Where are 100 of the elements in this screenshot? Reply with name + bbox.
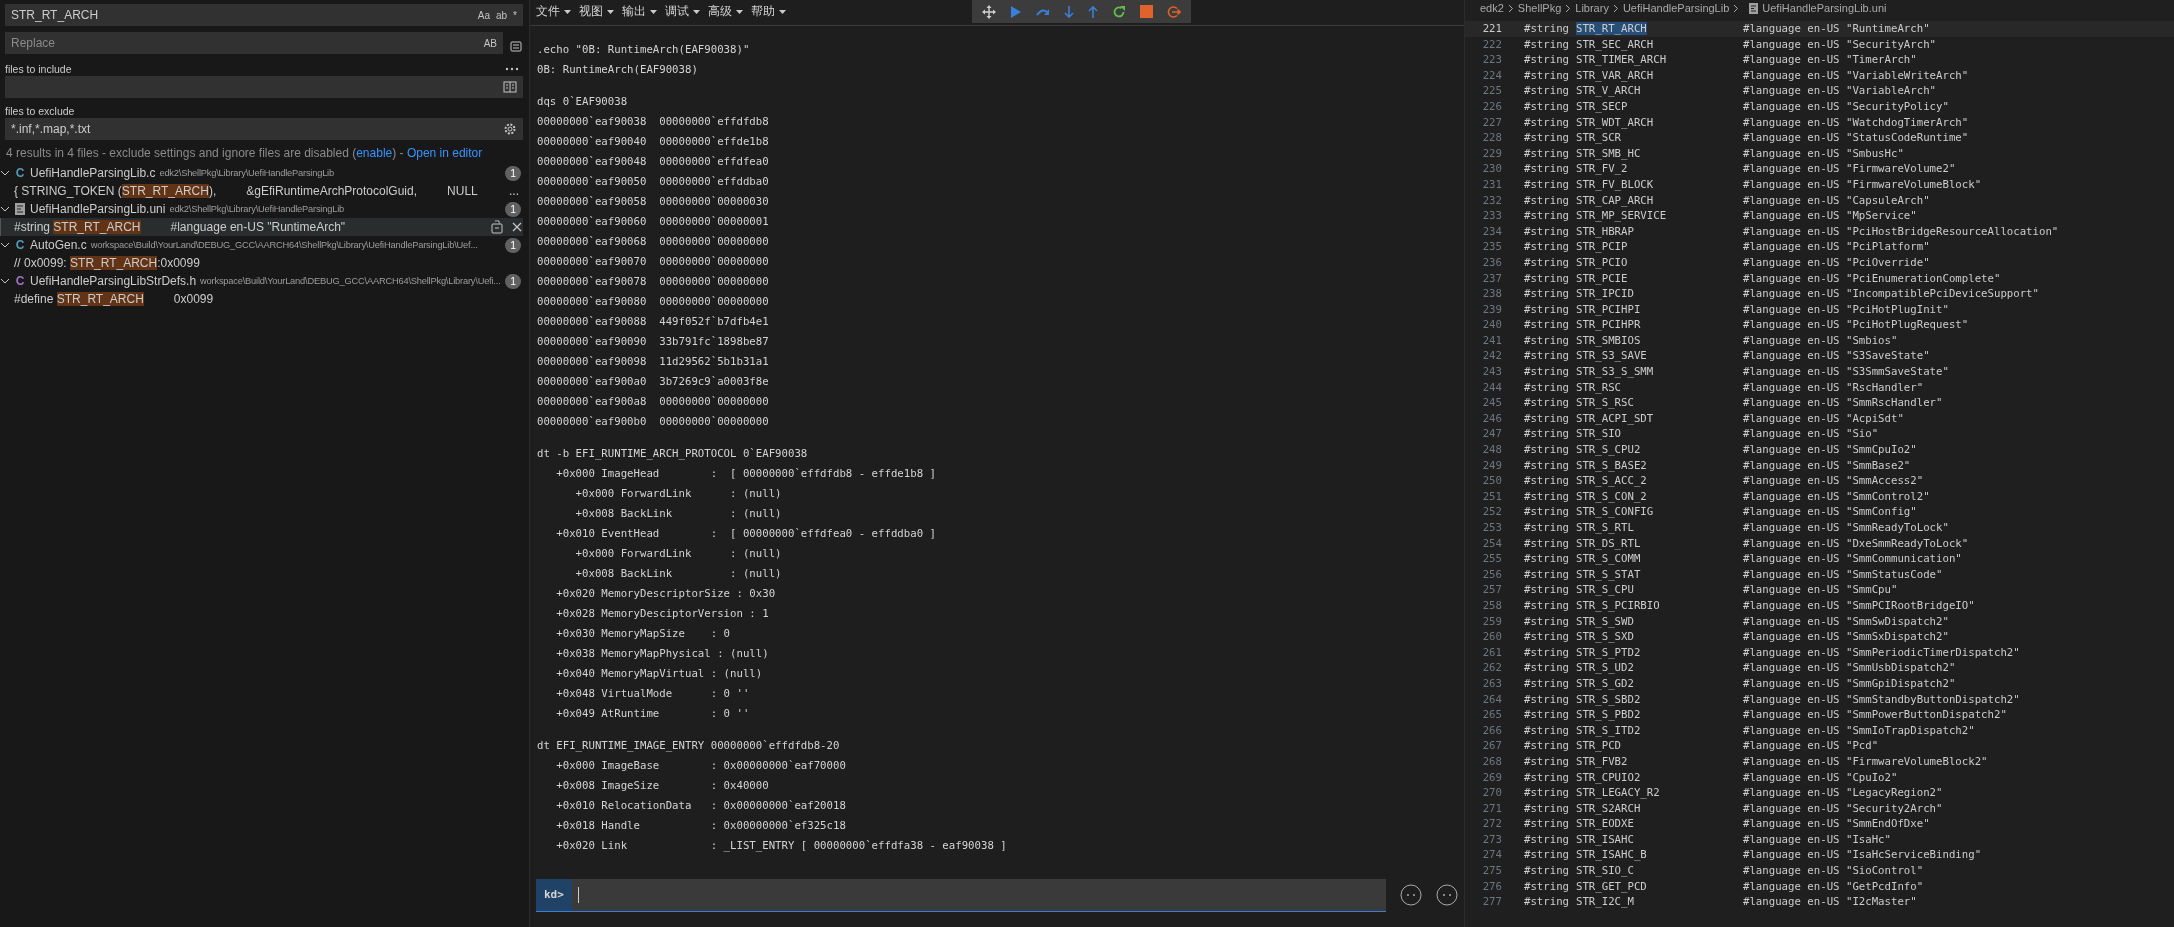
line-number: 269 (1481, 769, 1502, 786)
code-text: #string (1524, 176, 1571, 193)
menu-item[interactable]: 高级 (708, 3, 743, 20)
code-text: #string (1524, 847, 1571, 864)
line-number: 230 (1481, 161, 1502, 177)
file-result[interactable]: C UefiHandleParsingLib.c edk2\ShellPkg\Library\UefiHandleParsingLib 1 (0, 164, 523, 182)
search-option-toggle[interactable]: ab (495, 9, 508, 21)
replace-icon[interactable] (491, 220, 503, 234)
console-line: 00000000`eaf90058 00000000`00000030 (537, 194, 770, 210)
console-line: 00000000`eaf90050 00000000`effddba0 (537, 174, 770, 190)
circle-button-icon[interactable] (1436, 884, 1458, 906)
breadcrumb-item[interactable]: edk2 (1480, 2, 1504, 14)
code-text: STR_S_RTL (1576, 521, 1634, 534)
file-name: UefiHandleParsingLib.c (30, 166, 156, 180)
circle-button-icon[interactable] (1400, 884, 1422, 906)
file-result[interactable]: UefiHandleParsingLib.uni edk2\ShellPkg\Library\UefiHandleParsingLib 1 (0, 200, 523, 218)
caret-icon (607, 9, 614, 14)
breadcrumb-item[interactable]: UefiHandleParsingLib.uni (1762, 2, 1887, 14)
console-line: +0x018 Handle : 0x00000000`ef325c18 (555, 818, 847, 834)
preserve-case-toggle[interactable]: AB (483, 37, 497, 49)
file-result[interactable]: C AutoGen.c workspace\Build\YourLand\DEBUG_GCC\AARCH64\ShellPkg\Library\UefiHandleParsingLib\Uef... 1 (0, 236, 523, 254)
code-text: #string (1524, 878, 1571, 895)
overflow-ellipsis: ... (509, 184, 519, 198)
match-result[interactable]: #define STR_RT_ARCH 0x0099 (0, 290, 523, 308)
line-number: 242 (1481, 348, 1502, 365)
code-text: STR_V_ARCH (1576, 84, 1641, 98)
code-text: STR_I2C_M (1576, 895, 1634, 909)
line-number: 270 (1481, 785, 1502, 801)
more-icon[interactable] (505, 67, 519, 71)
play-icon[interactable] (1010, 4, 1022, 19)
exit-icon[interactable] (1167, 4, 1181, 19)
book-icon[interactable] (503, 81, 517, 93)
line-number: 248 (1481, 442, 1502, 458)
menu-item[interactable]: 视图 (579, 3, 614, 20)
code-text: #string (1524, 644, 1571, 661)
line-number: 243 (1481, 364, 1502, 380)
line-number: 238 (1481, 286, 1502, 302)
arrow-down-icon[interactable] (1064, 4, 1074, 19)
step-over-icon[interactable] (1036, 6, 1050, 17)
refresh-icon[interactable] (1112, 4, 1126, 19)
code-text: #language en-US "Pcd" (1743, 738, 1879, 754)
replace-field[interactable]: Replace AB (5, 32, 503, 54)
code-text: #string (1524, 332, 1571, 349)
chevron-icon (1507, 3, 1514, 13)
code-text: #language en-US "SmmIoTrapDispatch2" (1743, 722, 1975, 739)
code-text: STR_S_ITD2 (1576, 723, 1641, 737)
menu-item[interactable]: 调试 (665, 3, 700, 20)
menu-item[interactable]: 帮助 (751, 3, 786, 20)
search-field[interactable]: STR_RT_ARCH Aa ab * (5, 4, 523, 26)
code-text: STR_SIO_C (1576, 864, 1634, 878)
breadcrumb-item[interactable]: Library (1575, 2, 1609, 14)
open-in-editor-link[interactable]: Open in editor (406, 146, 483, 160)
line-number: 235 (1481, 239, 1502, 255)
file-result[interactable]: C UefiHandleParsingLibStrDefs.h workspace\Build\YourLand\DEBUG_GCC\AARCH64\ShellPkg\Library\Uefi... 1 (0, 272, 523, 290)
line-number: 266 (1481, 722, 1502, 739)
match-result[interactable]: #string STR_RT_ARCH #language en-US "RuntimeArch" (0, 218, 523, 236)
replace-all-icon[interactable] (509, 39, 523, 53)
code-text: #language en-US "SmmPowerButtonDispatch2" (1743, 707, 2007, 723)
console-line: +0x008 BackLink : (null) (574, 506, 783, 522)
match-result[interactable]: // 0x0099: STR_RT_ARCH:0x0099 (0, 254, 523, 272)
search-option-toggle[interactable]: * (513, 9, 517, 21)
console-line: +0x020 MemoryDescriptorSize : 0x30 (555, 586, 777, 602)
code-text: STR_MP_SERVICE (1576, 209, 1667, 223)
code-text: #string (1524, 67, 1571, 84)
line-number: 251 (1481, 488, 1502, 505)
chevron-icon[interactable] (0, 276, 10, 286)
line-number: 234 (1481, 223, 1502, 240)
code-text: STR_PCIHPI (1576, 302, 1641, 316)
line-number: 232 (1481, 192, 1502, 209)
console-line: 00000000`eaf90090 33b791fc`1898be87 (537, 334, 770, 350)
line-number: 228 (1481, 130, 1502, 146)
console-line: +0x010 RelocationData : 0x00000000`eaf20018 (555, 798, 847, 814)
gear-icon[interactable] (503, 122, 517, 136)
chevron-icon[interactable] (0, 204, 10, 214)
code-text: #language en-US "S3SmmSaveState" (1743, 364, 1949, 380)
match-result[interactable]: { STRING_TOKEN (STR_RT_ARCH), &gEfiRuntimeArchProtocolGuid, NULL ... (0, 182, 523, 200)
code-text: #string (1524, 613, 1571, 630)
menu-item[interactable]: 文件 (536, 3, 571, 20)
code-text: #string (1524, 707, 1571, 723)
command-field[interactable]: kd> (536, 878, 1386, 912)
code-text: STR_S_CPU (1576, 583, 1634, 597)
close-icon[interactable] (511, 221, 523, 233)
enable-link[interactable]: enable (356, 146, 393, 160)
breadcrumb-item[interactable]: ShellPkg (1517, 2, 1562, 14)
line-number: 271 (1481, 800, 1502, 817)
search-option-toggle[interactable]: Aa (477, 9, 490, 21)
chevron-icon[interactable] (0, 240, 10, 250)
menu-item[interactable]: 输出 (622, 3, 657, 20)
chevron-icon[interactable] (0, 168, 10, 178)
code-text: #language en-US "IsaHc" (1743, 831, 1891, 848)
include-field[interactable] (5, 76, 523, 98)
line-number: 253 (1481, 520, 1502, 536)
code-text: #string (1524, 270, 1571, 287)
code-text: #string (1524, 83, 1571, 99)
breadcrumb-item[interactable]: UefiHandleParsingLib (1622, 2, 1730, 14)
code-text: STR_ISAHC (1576, 832, 1634, 846)
exclude-field[interactable]: *.inf,*.map,*.txt (5, 118, 523, 140)
console-line: 00000000`eaf90060 00000000`00000001 (537, 214, 770, 230)
arrow-up-icon[interactable] (1088, 4, 1098, 19)
move-icon[interactable] (982, 4, 996, 19)
